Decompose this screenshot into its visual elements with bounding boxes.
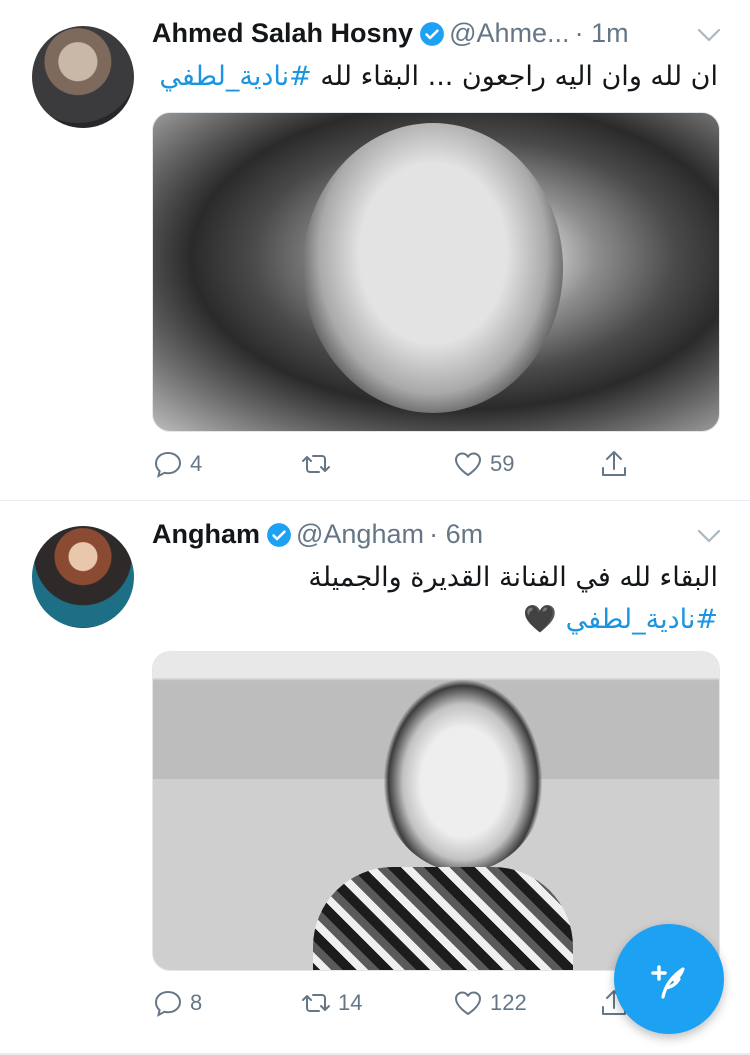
- timestamp[interactable]: · 6m: [429, 519, 483, 549]
- tweet-photo[interactable]: [152, 651, 720, 971]
- tweet[interactable]: Ahmed Salah Hosny @Ahme... · 1m ان لله و…: [0, 0, 750, 500]
- author-handle[interactable]: @Ahme...: [449, 18, 569, 48]
- timestamp[interactable]: · 1m: [575, 18, 629, 48]
- tweet-actions: 8 14 122: [152, 983, 652, 1023]
- verified-badge-icon: [419, 21, 445, 47]
- share-icon: [602, 451, 626, 476]
- verified-badge-icon: [266, 522, 292, 548]
- reply-button[interactable]: 4: [152, 444, 202, 484]
- share-button[interactable]: [598, 444, 636, 484]
- reply-icon: [154, 990, 182, 1017]
- chevron-down-icon[interactable]: [696, 26, 722, 44]
- retweet-count: 14: [338, 990, 363, 1015]
- author-handle[interactable]: @Angham: [296, 519, 424, 549]
- photo-subject-dress: [313, 867, 573, 970]
- like-count: 122: [490, 990, 527, 1015]
- tweet-body: البقاء لله في الفنانة القديرة والجميلة: [308, 562, 718, 593]
- photo-subject: [378, 672, 548, 872]
- like-button[interactable]: 59: [452, 444, 514, 484]
- author-name[interactable]: Angham: [152, 519, 260, 549]
- reply-count: 8: [190, 990, 203, 1015]
- hashtag-link[interactable]: #نادية_لطفي: [566, 604, 718, 635]
- black-heart-emoji: 🖤: [523, 604, 557, 635]
- compose-tweet-button[interactable]: [614, 924, 724, 1034]
- tweet-text: البقاء لله في الفنانة القديرة والجميلة #…: [152, 557, 718, 641]
- retweet-icon: [302, 455, 330, 473]
- like-count: 59: [490, 451, 515, 476]
- reply-icon: [154, 451, 182, 478]
- chevron-down-icon[interactable]: [696, 527, 722, 545]
- reply-count: 4: [190, 451, 203, 476]
- tweet-header: Ahmed Salah Hosny @Ahme... · 1m: [152, 18, 722, 58]
- reply-button[interactable]: 8: [152, 983, 202, 1023]
- avatar[interactable]: [32, 26, 134, 128]
- retweet-button[interactable]: [300, 444, 338, 484]
- tweet-header: Angham @Angham · 6m: [152, 519, 722, 559]
- like-icon: [455, 452, 481, 476]
- hashtag-link[interactable]: #نادية_لطفي: [159, 61, 311, 92]
- author-name[interactable]: Ahmed Salah Hosny: [152, 18, 413, 48]
- compose-tweet-icon: [651, 965, 685, 999]
- retweet-icon: [302, 994, 330, 1012]
- tweet-photo[interactable]: [152, 112, 720, 432]
- tweet-actions: 4 59: [152, 444, 652, 484]
- like-button[interactable]: 122: [452, 983, 527, 1023]
- like-icon: [455, 991, 481, 1015]
- tweet-text: ان لله وان اليه راجعون ... البقاء لله #ن…: [152, 56, 718, 98]
- avatar[interactable]: [32, 526, 134, 628]
- photo-subject: [303, 123, 563, 413]
- tweet-body: ان لله وان اليه راجعون ... البقاء لله: [320, 61, 718, 92]
- retweet-button[interactable]: 14: [300, 983, 362, 1023]
